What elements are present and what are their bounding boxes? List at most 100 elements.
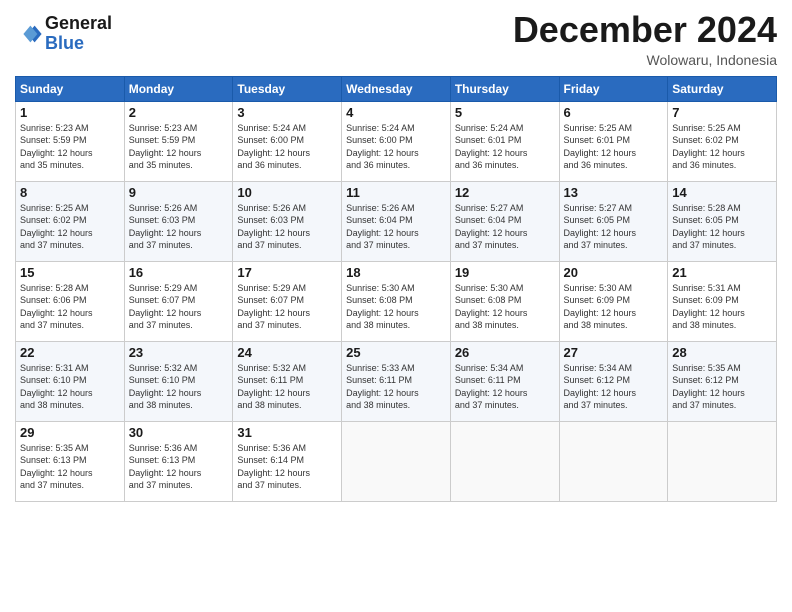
day-number: 5 <box>455 105 555 120</box>
calendar-cell: 4Sunrise: 5:24 AM Sunset: 6:00 PM Daylig… <box>342 101 451 181</box>
calendar-week-5: 29 Sunrise: 5:35 AM Sunset: 6:13 PM Dayli… <box>16 421 777 501</box>
day-number: 11 <box>346 185 446 200</box>
calendar-cell: 29 Sunrise: 5:35 AM Sunset: 6:13 PM Dayli… <box>16 421 125 501</box>
calendar-cell: 22 Sunrise: 5:31 AM Sunset: 6:10 PM Dayli… <box>16 341 125 421</box>
day-info: Sunrise: 5:28 AM Sunset: 6:05 PM Dayligh… <box>672 202 772 252</box>
col-tuesday: Tuesday <box>233 76 342 101</box>
day-info: Sunrise: 5:34 AM Sunset: 6:12 PM Dayligh… <box>564 362 664 412</box>
day-info: Sunrise: 5:25 AM Sunset: 6:02 PM Dayligh… <box>672 122 772 172</box>
day-info: Sunrise: 5:32 AM Sunset: 6:11 PM Dayligh… <box>237 362 337 412</box>
calendar-cell: 24 Sunrise: 5:32 AM Sunset: 6:11 PM Dayli… <box>233 341 342 421</box>
calendar-cell: 19Sunrise: 5:30 AM Sunset: 6:08 PM Dayli… <box>450 261 559 341</box>
calendar-week-3: 15Sunrise: 5:28 AM Sunset: 6:06 PM Dayli… <box>16 261 777 341</box>
day-number: 25 <box>346 345 446 360</box>
day-number: 8 <box>20 185 120 200</box>
day-info: Sunrise: 5:29 AM Sunset: 6:07 PM Dayligh… <box>237 282 337 332</box>
col-monday: Monday <box>124 76 233 101</box>
calendar-cell <box>450 421 559 501</box>
month-title: December 2024 <box>513 10 777 50</box>
col-friday: Friday <box>559 76 668 101</box>
day-info: Sunrise: 5:25 AM Sunset: 6:02 PM Dayligh… <box>20 202 120 252</box>
calendar-cell: 26 Sunrise: 5:34 AM Sunset: 6:11 PM Dayli… <box>450 341 559 421</box>
calendar-week-4: 22 Sunrise: 5:31 AM Sunset: 6:10 PM Dayli… <box>16 341 777 421</box>
day-info: Sunrise: 5:23 AM Sunset: 5:59 PM Dayligh… <box>129 122 229 172</box>
day-number: 4 <box>346 105 446 120</box>
day-info: Sunrise: 5:29 AM Sunset: 6:07 PM Dayligh… <box>129 282 229 332</box>
day-number: 2 <box>129 105 229 120</box>
calendar-header-row: Sunday Monday Tuesday Wednesday Thursday… <box>16 76 777 101</box>
calendar-cell: 6Sunrise: 5:25 AM Sunset: 6:01 PM Daylig… <box>559 101 668 181</box>
calendar-cell: 25 Sunrise: 5:33 AM Sunset: 6:11 PM Dayli… <box>342 341 451 421</box>
calendar-cell: 16 Sunrise: 5:29 AM Sunset: 6:07 PM Dayli… <box>124 261 233 341</box>
day-info: Sunrise: 5:30 AM Sunset: 6:09 PM Dayligh… <box>564 282 664 332</box>
day-number: 22 <box>20 345 120 360</box>
day-number: 9 <box>129 185 229 200</box>
day-info: Sunrise: 5:30 AM Sunset: 6:08 PM Dayligh… <box>346 282 446 332</box>
calendar-cell: 30 Sunrise: 5:36 AM Sunset: 6:13 PM Dayli… <box>124 421 233 501</box>
day-number: 1 <box>20 105 120 120</box>
calendar-cell: 20Sunrise: 5:30 AM Sunset: 6:09 PM Dayli… <box>559 261 668 341</box>
day-info: Sunrise: 5:35 AM Sunset: 6:13 PM Dayligh… <box>20 442 120 492</box>
day-number: 17 <box>237 265 337 280</box>
calendar-cell <box>559 421 668 501</box>
calendar-cell: 13Sunrise: 5:27 AM Sunset: 6:05 PM Dayli… <box>559 181 668 261</box>
day-number: 23 <box>129 345 229 360</box>
day-number: 15 <box>20 265 120 280</box>
col-wednesday: Wednesday <box>342 76 451 101</box>
day-info: Sunrise: 5:25 AM Sunset: 6:01 PM Dayligh… <box>564 122 664 172</box>
day-number: 12 <box>455 185 555 200</box>
day-info: Sunrise: 5:33 AM Sunset: 6:11 PM Dayligh… <box>346 362 446 412</box>
calendar-cell: 23 Sunrise: 5:32 AM Sunset: 6:10 PM Dayli… <box>124 341 233 421</box>
day-number: 24 <box>237 345 337 360</box>
day-info: Sunrise: 5:31 AM Sunset: 6:10 PM Dayligh… <box>20 362 120 412</box>
day-info: Sunrise: 5:36 AM Sunset: 6:13 PM Dayligh… <box>129 442 229 492</box>
calendar-week-2: 8 Sunrise: 5:25 AM Sunset: 6:02 PM Daylig… <box>16 181 777 261</box>
day-info: Sunrise: 5:32 AM Sunset: 6:10 PM Dayligh… <box>129 362 229 412</box>
location-subtitle: Wolowaru, Indonesia <box>513 52 777 68</box>
col-sunday: Sunday <box>16 76 125 101</box>
calendar-cell: 11Sunrise: 5:26 AM Sunset: 6:04 PM Dayli… <box>342 181 451 261</box>
day-number: 30 <box>129 425 229 440</box>
day-info: Sunrise: 5:27 AM Sunset: 6:05 PM Dayligh… <box>564 202 664 252</box>
day-info: Sunrise: 5:23 AM Sunset: 5:59 PM Dayligh… <box>20 122 120 172</box>
day-number: 7 <box>672 105 772 120</box>
col-saturday: Saturday <box>668 76 777 101</box>
calendar-cell: 8 Sunrise: 5:25 AM Sunset: 6:02 PM Daylig… <box>16 181 125 261</box>
logo-line2: Blue <box>45 34 112 54</box>
day-number: 29 <box>20 425 120 440</box>
calendar-cell: 7 Sunrise: 5:25 AM Sunset: 6:02 PM Daylig… <box>668 101 777 181</box>
day-number: 14 <box>672 185 772 200</box>
day-info: Sunrise: 5:31 AM Sunset: 6:09 PM Dayligh… <box>672 282 772 332</box>
calendar-cell: 2 Sunrise: 5:23 AM Sunset: 5:59 PM Daylig… <box>124 101 233 181</box>
calendar-cell: 12 Sunrise: 5:27 AM Sunset: 6:04 PM Dayli… <box>450 181 559 261</box>
day-number: 3 <box>237 105 337 120</box>
calendar-cell: 28Sunrise: 5:35 AM Sunset: 6:12 PM Dayli… <box>668 341 777 421</box>
calendar-cell <box>668 421 777 501</box>
day-info: Sunrise: 5:30 AM Sunset: 6:08 PM Dayligh… <box>455 282 555 332</box>
day-number: 18 <box>346 265 446 280</box>
day-info: Sunrise: 5:24 AM Sunset: 6:00 PM Dayligh… <box>237 122 337 172</box>
day-info: Sunrise: 5:24 AM Sunset: 6:01 PM Dayligh… <box>455 122 555 172</box>
day-number: 10 <box>237 185 337 200</box>
day-number: 16 <box>129 265 229 280</box>
logo-line1: General <box>45 14 112 34</box>
day-info: Sunrise: 5:34 AM Sunset: 6:11 PM Dayligh… <box>455 362 555 412</box>
day-number: 31 <box>237 425 337 440</box>
calendar-cell: 31Sunrise: 5:36 AM Sunset: 6:14 PM Dayli… <box>233 421 342 501</box>
logo: General Blue <box>15 14 112 54</box>
page-container: General Blue December 2024 Wolowaru, Ind… <box>0 0 792 507</box>
calendar-cell: 18 Sunrise: 5:30 AM Sunset: 6:08 PM Dayli… <box>342 261 451 341</box>
calendar-cell: 17 Sunrise: 5:29 AM Sunset: 6:07 PM Dayli… <box>233 261 342 341</box>
calendar-cell: 5 Sunrise: 5:24 AM Sunset: 6:01 PM Daylig… <box>450 101 559 181</box>
calendar-cell: 21Sunrise: 5:31 AM Sunset: 6:09 PM Dayli… <box>668 261 777 341</box>
col-thursday: Thursday <box>450 76 559 101</box>
day-number: 26 <box>455 345 555 360</box>
day-number: 27 <box>564 345 664 360</box>
header: General Blue December 2024 Wolowaru, Ind… <box>15 10 777 68</box>
logo-icon <box>15 20 43 48</box>
calendar-cell: 14 Sunrise: 5:28 AM Sunset: 6:05 PM Dayli… <box>668 181 777 261</box>
day-info: Sunrise: 5:27 AM Sunset: 6:04 PM Dayligh… <box>455 202 555 252</box>
day-info: Sunrise: 5:26 AM Sunset: 6:03 PM Dayligh… <box>237 202 337 252</box>
calendar-cell: 10 Sunrise: 5:26 AM Sunset: 6:03 PM Dayli… <box>233 181 342 261</box>
calendar-cell: 1 Sunrise: 5:23 AM Sunset: 5:59 PM Daylig… <box>16 101 125 181</box>
